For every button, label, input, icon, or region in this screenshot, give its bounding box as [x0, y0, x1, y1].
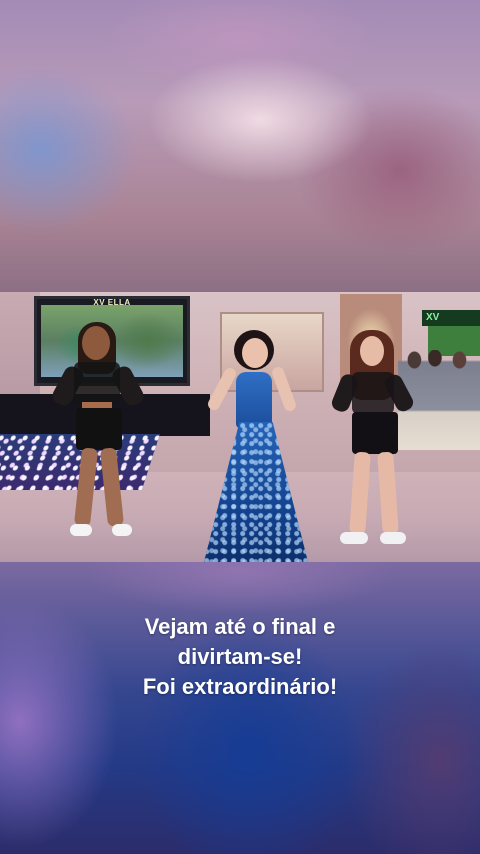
- blurred-background-top: [0, 0, 480, 292]
- neon-sign: XV: [422, 310, 480, 326]
- dancer-left: [49, 292, 150, 562]
- caption-text: Vejam até o final e divirtam-se! Foi ext…: [0, 612, 480, 702]
- caption-line-3: Foi extraordinário!: [142, 674, 338, 699]
- dancer-right: [329, 292, 420, 562]
- blurred-background-bottom: [0, 562, 480, 854]
- video-player[interactable]: XV ELLA XV: [0, 292, 480, 562]
- dancer-center: [198, 292, 314, 562]
- caption-line-2: divirtam-se!: [177, 644, 303, 669]
- story-screen: XV ELLA XV Vejam até o final e divirtam-…: [0, 0, 480, 854]
- caption-line-1: Vejam até o final e: [144, 614, 336, 639]
